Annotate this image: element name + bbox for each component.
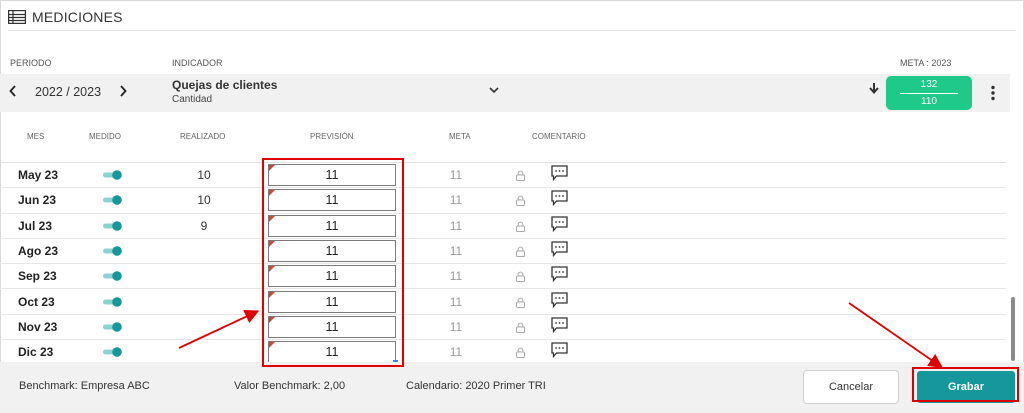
measured-toggle[interactable] bbox=[102, 246, 122, 256]
row-meta: 11 bbox=[449, 269, 463, 284]
row-month: Nov 23 bbox=[18, 319, 58, 334]
comment-icon[interactable] bbox=[551, 241, 568, 257]
comment-icon[interactable] bbox=[551, 291, 568, 308]
col-meta: META bbox=[449, 132, 471, 141]
meta-badge: 132 110 bbox=[886, 76, 972, 110]
indicator-unit: Cantidad bbox=[172, 94, 213, 105]
lock-icon bbox=[516, 246, 525, 257]
scrollbar-thumb[interactable] bbox=[1011, 297, 1015, 361]
prevision-input[interactable]: 11 bbox=[268, 214, 396, 237]
prevision-input[interactable]: 11 bbox=[268, 341, 396, 364]
meta-badge-divider bbox=[900, 93, 958, 94]
lock-icon bbox=[516, 322, 525, 333]
footer-bar: Benchmark: Empresa ABC Valor Benchmark: … bbox=[0, 362, 1024, 413]
measured-toggle[interactable] bbox=[102, 321, 122, 332]
measured-toggle[interactable] bbox=[102, 220, 122, 231]
measured-toggle[interactable] bbox=[102, 271, 122, 281]
row-realizado bbox=[180, 315, 228, 340]
prevision-input[interactable]: 11 bbox=[268, 315, 396, 338]
row-month: Sep 23 bbox=[18, 269, 57, 284]
row-meta: 11 bbox=[449, 294, 463, 309]
row-month: May 23 bbox=[18, 168, 59, 182]
row-realizado bbox=[180, 264, 228, 289]
arrow-down-icon bbox=[869, 83, 879, 94]
selector-row: 2022 / 2023 Quejas de clientes Cantidad … bbox=[0, 74, 1010, 112]
row-realizado bbox=[180, 239, 228, 264]
table-row: Jul 23 9 11 11 bbox=[0, 214, 1006, 239]
meta-target-value: 132 bbox=[920, 79, 938, 90]
lock-icon bbox=[516, 221, 525, 232]
col-realizado: REALIZADO bbox=[180, 132, 226, 141]
row-month: Jun 23 bbox=[18, 193, 57, 208]
chevron-down-icon[interactable] bbox=[488, 84, 500, 96]
page-header: MEDICIONES bbox=[8, 6, 123, 28]
measured-toggle[interactable] bbox=[102, 296, 122, 307]
prevision-input[interactable]: 11 bbox=[268, 189, 396, 212]
row-meta: 11 bbox=[449, 218, 463, 233]
row-meta: 11 bbox=[449, 193, 463, 208]
next-period-button[interactable] bbox=[119, 85, 127, 99]
table-row: Sep 23 11 11 bbox=[0, 264, 1006, 290]
save-button[interactable]: Grabar bbox=[917, 371, 1015, 403]
meta-current-value: 110 bbox=[921, 96, 937, 107]
chevron-right-icon bbox=[120, 85, 127, 97]
measured-toggle[interactable] bbox=[102, 347, 122, 357]
page-title: MEDICIONES bbox=[32, 9, 123, 25]
comment-icon[interactable] bbox=[551, 266, 568, 283]
prevision-input[interactable]: 11 bbox=[268, 290, 396, 313]
measurements-table: May 23 10 11 11 Jun 23 10 11 11 Jul 23 9… bbox=[0, 162, 1006, 366]
row-realizado: 10 bbox=[197, 168, 211, 182]
col-medido: MEDIDO bbox=[89, 132, 121, 141]
lock-icon bbox=[516, 170, 525, 181]
cancel-button[interactable]: Cancelar bbox=[803, 370, 899, 404]
table-row: Nov 23 11 11 bbox=[0, 315, 1006, 341]
measured-toggle[interactable] bbox=[102, 170, 122, 180]
comment-icon[interactable] bbox=[551, 165, 568, 181]
benchmark-value-info: Valor Benchmark: 2,00 bbox=[234, 380, 346, 392]
col-mes: MES bbox=[27, 132, 45, 141]
period-value: 2022 / 2023 bbox=[35, 85, 102, 99]
col-prevision: PREVISIÓN bbox=[310, 132, 354, 141]
row-month: Ago 23 bbox=[18, 243, 59, 258]
periodo-label: PERIODO bbox=[10, 58, 52, 68]
comment-icon[interactable] bbox=[551, 317, 568, 333]
prev-period-button[interactable] bbox=[9, 85, 17, 99]
table-header: MES MEDIDO REALIZADO PREVISIÓN META COME… bbox=[0, 132, 1024, 144]
table-row: May 23 10 11 11 bbox=[0, 163, 1006, 189]
measured-toggle[interactable] bbox=[102, 195, 122, 206]
lock-icon bbox=[516, 297, 525, 308]
calendar-info: Calendario: 2020 Primer TRI bbox=[406, 380, 546, 392]
indicador-label: INDICADOR bbox=[172, 58, 223, 68]
row-month: Oct 23 bbox=[18, 294, 55, 309]
filter-labels: PERIODO INDICADOR META : 2023 bbox=[0, 58, 1024, 70]
lock-icon bbox=[516, 195, 525, 207]
meta-label: META : 2023 bbox=[900, 58, 952, 68]
lock-icon bbox=[516, 271, 525, 283]
table-row: Ago 23 11 11 bbox=[0, 239, 1006, 265]
lock-icon bbox=[516, 347, 525, 359]
row-meta: 11 bbox=[449, 243, 463, 258]
row-realizado bbox=[180, 290, 228, 315]
table-row: Oct 23 11 11 bbox=[0, 290, 1006, 315]
prevision-input[interactable]: 11 bbox=[268, 265, 396, 288]
title-divider bbox=[8, 30, 1016, 31]
indicator-name[interactable]: Quejas de clientes bbox=[172, 78, 277, 92]
prevision-input[interactable]: 11 bbox=[268, 239, 396, 262]
row-realizado: 10 bbox=[197, 193, 211, 208]
more-options-icon[interactable] bbox=[990, 85, 996, 101]
col-comentario: COMENTARIO bbox=[532, 132, 586, 141]
list-table-icon bbox=[8, 10, 26, 24]
comment-icon[interactable] bbox=[551, 190, 568, 207]
chevron-left-icon bbox=[9, 85, 16, 97]
row-meta: 11 bbox=[449, 319, 463, 334]
comment-icon[interactable] bbox=[551, 342, 568, 359]
benchmark-info: Benchmark: Empresa ABC bbox=[19, 380, 150, 392]
row-meta: 11 bbox=[449, 168, 463, 182]
prevision-input[interactable]: 11 bbox=[268, 164, 396, 186]
row-month: Jul 23 bbox=[18, 218, 53, 233]
comment-icon[interactable] bbox=[551, 215, 568, 232]
row-realizado: 9 bbox=[200, 218, 208, 233]
table-row: Jun 23 10 11 11 bbox=[0, 188, 1006, 214]
